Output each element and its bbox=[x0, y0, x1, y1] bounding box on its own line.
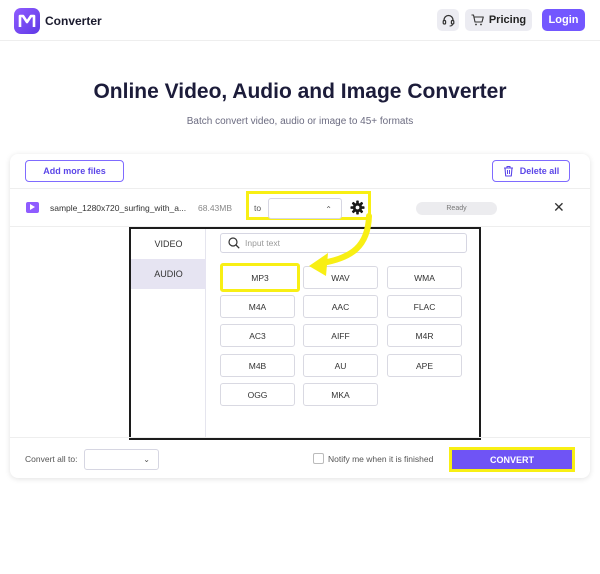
format-ape[interactable]: APE bbox=[387, 354, 462, 377]
pricing-label: Pricing bbox=[488, 14, 527, 26]
format-aiff[interactable]: AIFF bbox=[303, 324, 378, 347]
convert-button[interactable]: CONVERT bbox=[452, 450, 572, 469]
delete-all-label: Delete all bbox=[519, 166, 560, 176]
format-ogg[interactable]: OGG bbox=[220, 383, 295, 406]
notify-label: Notify me when it is finished bbox=[328, 454, 434, 464]
top-header: Converter Pricing Login bbox=[0, 0, 600, 41]
delete-all-button[interactable]: Delete all bbox=[492, 160, 570, 182]
notify-checkbox[interactable] bbox=[313, 453, 324, 464]
app-name: Converter bbox=[45, 14, 102, 28]
search-icon bbox=[228, 237, 240, 249]
file-row: sample_1280x720_surfing_with_a... 68.43M… bbox=[10, 189, 590, 227]
login-button[interactable]: Login bbox=[542, 9, 585, 31]
status-badge: Ready bbox=[416, 202, 497, 215]
support-button[interactable] bbox=[437, 9, 459, 31]
add-files-label: Add more files bbox=[43, 166, 106, 176]
add-more-files-button[interactable]: Add more files bbox=[25, 160, 124, 182]
headset-icon bbox=[442, 14, 454, 27]
bottom-bar: Convert all to: ⌄ Notify me when it is f… bbox=[10, 437, 590, 478]
format-wma[interactable]: WMA bbox=[387, 266, 462, 289]
convert-all-select[interactable]: ⌄ bbox=[84, 449, 159, 470]
format-dropdown: VIDEO AUDIO MP3 WAV WMA M4A AAC FLAC AC3… bbox=[129, 227, 481, 440]
file-size: 68.43MB bbox=[198, 203, 233, 213]
format-mka[interactable]: MKA bbox=[303, 383, 378, 406]
category-video[interactable]: VIDEO bbox=[131, 229, 206, 259]
format-m4b[interactable]: M4B bbox=[220, 354, 295, 377]
category-audio[interactable]: AUDIO bbox=[131, 259, 206, 289]
chevron-down-icon: ⌄ bbox=[143, 455, 150, 464]
target-format-select[interactable]: ⌃ bbox=[268, 198, 342, 219]
format-ac3[interactable]: AC3 bbox=[220, 324, 295, 347]
page-title: Online Video, Audio and Image Converter bbox=[93, 80, 507, 103]
category-list: VIDEO AUDIO bbox=[131, 229, 206, 438]
pricing-button[interactable]: Pricing bbox=[465, 9, 532, 31]
page-subtitle: Batch convert video, audio or image to 4… bbox=[186, 116, 414, 127]
cart-icon bbox=[471, 14, 484, 26]
converter-panel: Add more files Delete all sample_1280x72… bbox=[10, 154, 590, 478]
format-search-input[interactable] bbox=[245, 236, 460, 250]
format-m4r[interactable]: M4R bbox=[387, 324, 462, 347]
format-mp3[interactable]: MP3 bbox=[220, 263, 300, 292]
video-file-icon bbox=[26, 202, 39, 213]
trash-icon bbox=[503, 165, 513, 177]
format-au[interactable]: AU bbox=[303, 354, 378, 377]
chevron-up-icon: ⌃ bbox=[325, 205, 332, 214]
format-aac[interactable]: AAC bbox=[303, 295, 378, 318]
format-search bbox=[220, 233, 467, 253]
convert-highlight: CONVERT bbox=[449, 447, 575, 472]
file-name: sample_1280x720_surfing_with_a... bbox=[50, 203, 187, 213]
convert-all-label: Convert all to: bbox=[25, 454, 78, 464]
remove-file-close-icon[interactable]: ✕ bbox=[553, 199, 565, 216]
to-label: to bbox=[254, 203, 262, 213]
app-logo-icon[interactable] bbox=[14, 8, 40, 34]
format-flac[interactable]: FLAC bbox=[387, 295, 462, 318]
format-m4a[interactable]: M4A bbox=[220, 295, 295, 318]
gear-icon[interactable] bbox=[350, 200, 365, 215]
format-wav[interactable]: WAV bbox=[303, 266, 378, 289]
